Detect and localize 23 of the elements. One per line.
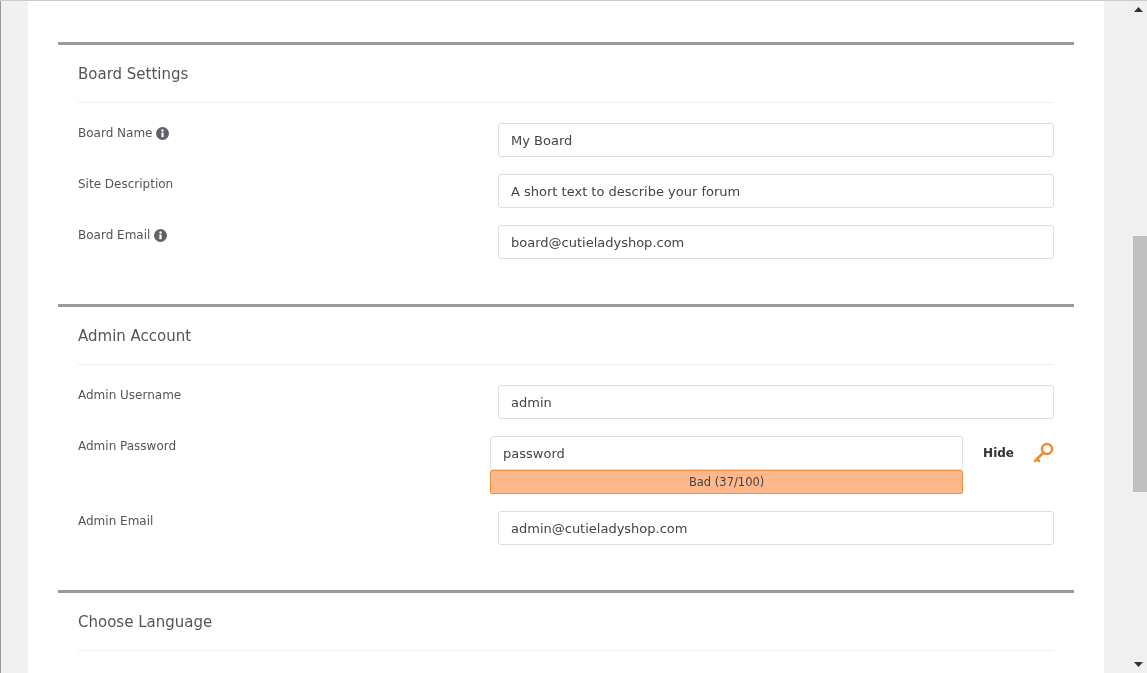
- scrollbar-thumb[interactable]: [1133, 236, 1147, 492]
- input-field[interactable]: admin@cutieladyshop.com: [498, 511, 1054, 545]
- input-field[interactable]: board@cutieladyshop.com: [498, 225, 1054, 259]
- scroll-up-icon[interactable]: [1134, 7, 1143, 12]
- input-field[interactable]: A short text to describe your forum: [498, 174, 1054, 208]
- field-label: Site Description: [78, 177, 174, 191]
- section-title: Board Settings: [78, 64, 189, 83]
- password-field[interactable]: password: [490, 436, 964, 470]
- info-icon[interactable]: [154, 229, 168, 242]
- field-label: Admin Username: [78, 388, 182, 402]
- password-strength-bar: Bad (37/100): [490, 470, 964, 494]
- field-label: Admin Password: [78, 439, 177, 453]
- input-field[interactable]: My Board: [498, 123, 1054, 157]
- hide-button[interactable]: Hide: [983, 446, 1014, 460]
- scrollbar[interactable]: [1130, 1, 1147, 673]
- scroll-down-icon[interactable]: [1134, 662, 1143, 667]
- field-label: Board Email: [78, 228, 151, 242]
- info-icon[interactable]: [156, 127, 170, 140]
- section-title: Admin Account: [78, 326, 192, 345]
- field-label: Board Name: [78, 126, 153, 140]
- input-field[interactable]: admin: [498, 385, 1054, 419]
- field-label: Admin Email: [78, 514, 154, 528]
- section-title: Choose Language: [78, 612, 213, 631]
